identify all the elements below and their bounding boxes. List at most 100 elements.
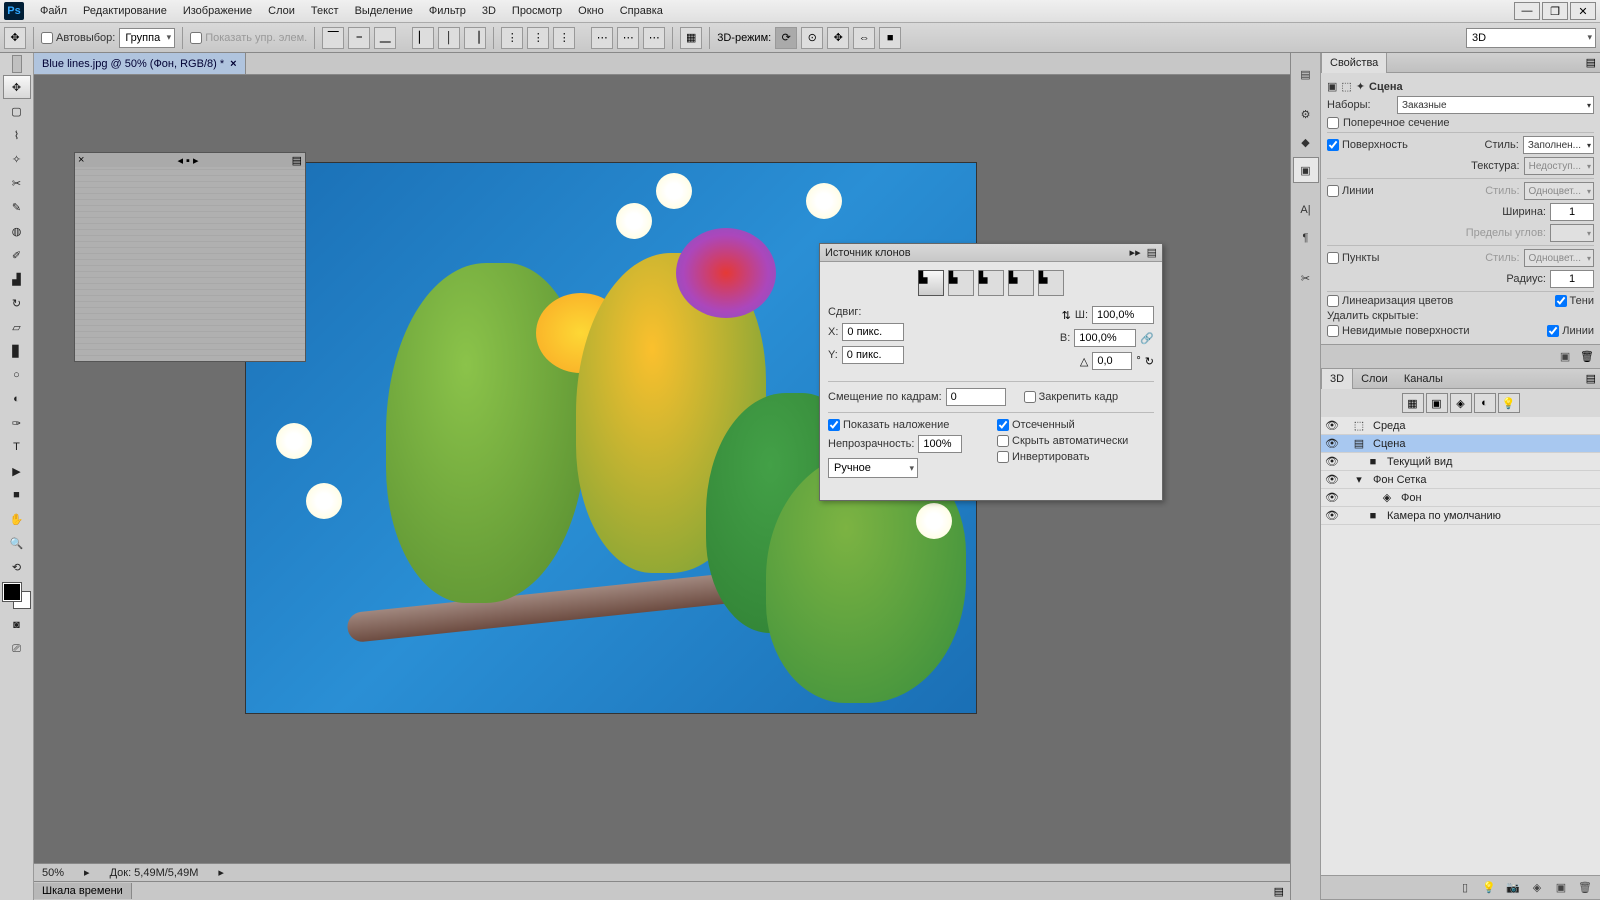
tool-presets-icon[interactable]: ✂ <box>1293 265 1319 291</box>
align-vcenter-icon[interactable]: ⎯ <box>348 27 370 49</box>
align-right-icon[interactable]: ▕ <box>464 27 486 49</box>
magic-wand-tool[interactable]: ✧ <box>3 147 31 171</box>
visibility-icon[interactable]: 👁 <box>1325 437 1339 450</box>
zoom-flyout-icon[interactable]: ▸ <box>84 866 90 879</box>
history-icon[interactable]: ▤ <box>1293 61 1319 87</box>
type-tool[interactable]: T <box>3 435 31 459</box>
align-left-icon[interactable]: ▏ <box>412 27 434 49</box>
menu-изображение[interactable]: Изображение <box>175 0 260 23</box>
orbit-icon[interactable]: ⟳ <box>775 27 797 49</box>
align-bottom-icon[interactable]: ⎽ <box>374 27 396 49</box>
overlay-mode-dropdown[interactable]: Ручное <box>828 458 918 478</box>
slide-icon[interactable]: ⇔ <box>853 27 875 49</box>
reset-icon[interactable]: ↻ <box>1145 355 1154 368</box>
offset-x-input[interactable] <box>842 323 904 341</box>
visibility-icon[interactable]: 👁 <box>1325 455 1339 468</box>
history-brush-tool[interactable]: ↻ <box>3 291 31 315</box>
menu-фильтр[interactable]: Фильтр <box>421 0 474 23</box>
eraser-tool[interactable]: ▱ <box>3 315 31 339</box>
nav-menu-icon[interactable]: ▤ <box>292 154 302 167</box>
mesh-mode-icon[interactable]: ⬚ <box>1341 80 1351 93</box>
menu-просмотр[interactable]: Просмотр <box>504 0 570 23</box>
menu-окно[interactable]: Окно <box>570 0 612 23</box>
color-swatches[interactable] <box>3 583 31 609</box>
distribute-left-icon[interactable]: ⋯ <box>591 27 613 49</box>
filter-material-icon[interactable]: ◈ <box>1450 393 1472 413</box>
document-tab[interactable]: Blue lines.jpg @ 50% (Фон, RGB/8) * × <box>34 53 246 74</box>
auto-select-dropdown[interactable]: Группа <box>119 28 175 48</box>
link-icon[interactable]: ⇅ <box>1062 309 1071 322</box>
zoom-indicator[interactable]: 50% <box>42 867 64 879</box>
clone-source-4[interactable]: ▙ <box>1008 270 1034 296</box>
filter-mesh-icon[interactable]: ▣ <box>1426 393 1448 413</box>
panel-tab-3D[interactable]: 3D <box>1321 369 1353 389</box>
close-button[interactable]: ✕ <box>1570 2 1596 20</box>
scene-item[interactable]: 👁▾Фон Сетка <box>1321 471 1600 489</box>
visibility-icon[interactable]: 👁 <box>1325 491 1339 504</box>
pan-icon[interactable]: ✥ <box>827 27 849 49</box>
presets-dropdown[interactable]: Заказные <box>1397 96 1594 114</box>
hidden-lines-checkbox[interactable]: Линии <box>1547 325 1594 337</box>
screenmode-tool[interactable]: ⎚ <box>3 637 31 661</box>
render-btn-icon[interactable]: ▣ <box>1552 879 1570 897</box>
hand-tool[interactable]: ✋ <box>3 507 31 531</box>
angle-input[interactable] <box>1092 352 1132 370</box>
scene-item[interactable]: 👁◈Фон <box>1321 489 1600 507</box>
clone-source-1[interactable]: ▙ <box>918 270 944 296</box>
styles-icon[interactable]: ◆ <box>1293 129 1319 155</box>
shape-tool[interactable]: ■ <box>3 483 31 507</box>
brush-tool[interactable]: ✐ <box>3 243 31 267</box>
invert-checkbox[interactable]: Инвертировать <box>997 451 1154 463</box>
mesh-add-icon[interactable]: ◈ <box>1528 879 1546 897</box>
canvas[interactable]: × ◂ ▪ ▸ ▤ Источник клонов ▸▸ ▤ ▙ <box>34 75 1290 863</box>
gradient-tool[interactable]: ▊ <box>3 339 31 363</box>
healing-tool[interactable]: ◍ <box>3 219 31 243</box>
radius-input[interactable] <box>1550 270 1594 288</box>
filter-camera-icon[interactable]: 💡 <box>1498 393 1520 413</box>
camera-add-icon[interactable]: 📷 <box>1504 879 1522 897</box>
menu-выделение[interactable]: Выделение <box>347 0 421 23</box>
render-icon[interactable]: ▣ <box>1556 348 1574 366</box>
visibility-icon[interactable]: 👁 <box>1325 419 1339 432</box>
scene-mode-icon[interactable]: ▣ <box>1327 80 1337 93</box>
light-add-icon[interactable]: 💡 <box>1480 879 1498 897</box>
3d-panel-menu-icon[interactable]: ▤ <box>1582 372 1600 385</box>
menu-справка[interactable]: Справка <box>612 0 671 23</box>
properties-icon[interactable]: ▣ <box>1293 157 1319 183</box>
show-controls-checkbox[interactable]: Показать упр. элем. <box>190 32 307 44</box>
visibility-icon[interactable]: 👁 <box>1325 473 1339 486</box>
frame-offset-input[interactable] <box>946 388 1006 406</box>
maximize-button[interactable]: ❐ <box>1542 2 1568 20</box>
clone-collapse-icon[interactable]: ▸▸ <box>1130 246 1141 259</box>
menu-текст[interactable]: Текст <box>303 0 347 23</box>
filter-scene-icon[interactable]: ▦ <box>1402 393 1424 413</box>
light-mode-icon[interactable]: ✦ <box>1356 80 1365 93</box>
crop-tool[interactable]: ✂ <box>3 171 31 195</box>
minimize-button[interactable]: — <box>1514 2 1540 20</box>
scene-item[interactable]: 👁▤Сцена <box>1321 435 1600 453</box>
quickmask-tool[interactable]: ◙ <box>3 613 31 637</box>
tab-close-icon[interactable]: × <box>230 58 236 70</box>
filter-light-icon[interactable]: ◐ <box>1474 393 1496 413</box>
menu-слои[interactable]: Слои <box>260 0 303 23</box>
blur-tool[interactable]: ○ <box>3 363 31 387</box>
paragraph-icon[interactable]: ¶ <box>1293 225 1319 251</box>
auto-align-icon[interactable]: ▦ <box>680 27 702 49</box>
scene-item[interactable]: 👁■Камера по умолчанию <box>1321 507 1600 525</box>
auto-select-checkbox[interactable]: Автовыбор: <box>41 32 115 44</box>
panel-tab-Каналы[interactable]: Каналы <box>1396 369 1451 389</box>
distribute-right-icon[interactable]: ⋯ <box>643 27 665 49</box>
menu-3d[interactable]: 3D <box>474 0 504 23</box>
delete-icon[interactable]: 🗑 <box>1576 879 1594 897</box>
new-layer-icon[interactable]: ▯ <box>1456 879 1474 897</box>
adjustments-icon[interactable]: ⚙ <box>1293 101 1319 127</box>
pen-tool[interactable]: ✑ <box>3 411 31 435</box>
path-select-tool[interactable]: ▶ <box>3 459 31 483</box>
zoom-icon[interactable]: ■ <box>879 27 901 49</box>
lock-frame-checkbox[interactable]: Закрепить кадр <box>1024 391 1118 403</box>
default-colors-icon[interactable]: ⟲ <box>3 555 31 579</box>
clone-source-5[interactable]: ▙ <box>1038 270 1064 296</box>
cross-section-checkbox[interactable]: Поперечное сечение <box>1327 117 1594 129</box>
foreground-color[interactable] <box>3 583 21 601</box>
zoom-tool[interactable]: 🔍 <box>3 531 31 555</box>
